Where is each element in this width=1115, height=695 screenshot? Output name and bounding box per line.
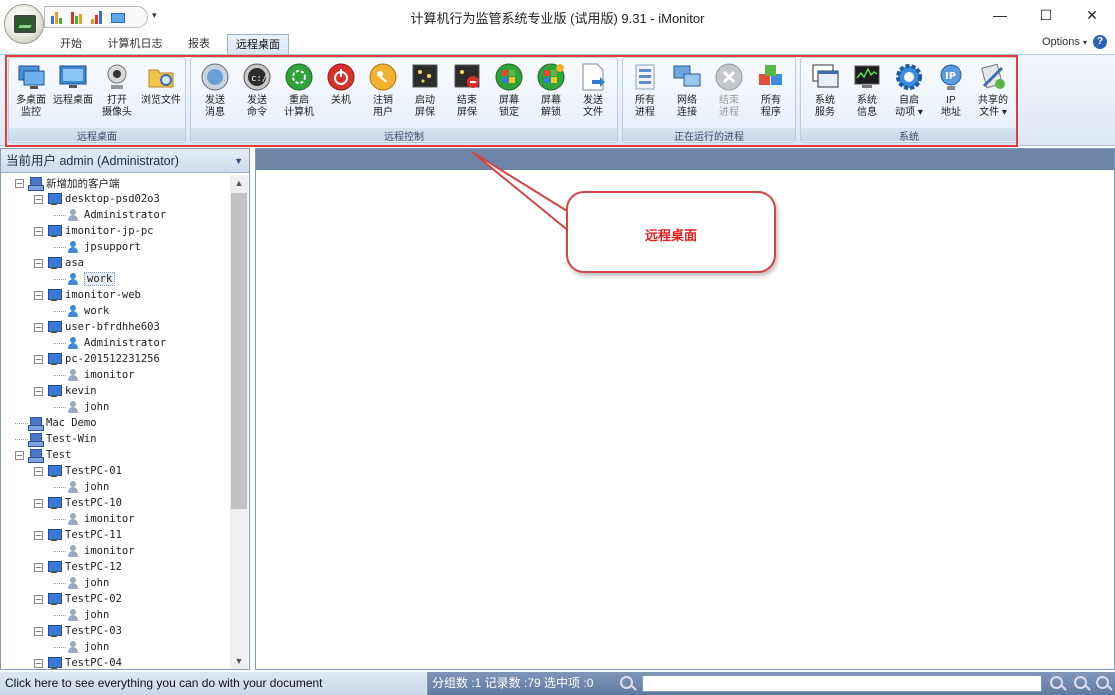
status-hint[interactable]: Click here to see everything you can do … xyxy=(0,672,428,695)
callout-arrow-join xyxy=(568,212,573,234)
zoom-out-icon[interactable] xyxy=(1050,676,1063,689)
search-icon[interactable] xyxy=(620,676,633,689)
status-stats: 分组数 :1 记录数 :79 选中项 :0 xyxy=(432,676,594,690)
search-options-icon[interactable] xyxy=(1096,676,1109,689)
app-menu-button[interactable] xyxy=(4,4,44,44)
app-logo-icon xyxy=(14,15,36,33)
status-bar: Click here to see everything you can do … xyxy=(0,672,1115,695)
zoom-in-icon[interactable] xyxy=(1074,676,1087,689)
status-search-input[interactable] xyxy=(642,675,1042,692)
